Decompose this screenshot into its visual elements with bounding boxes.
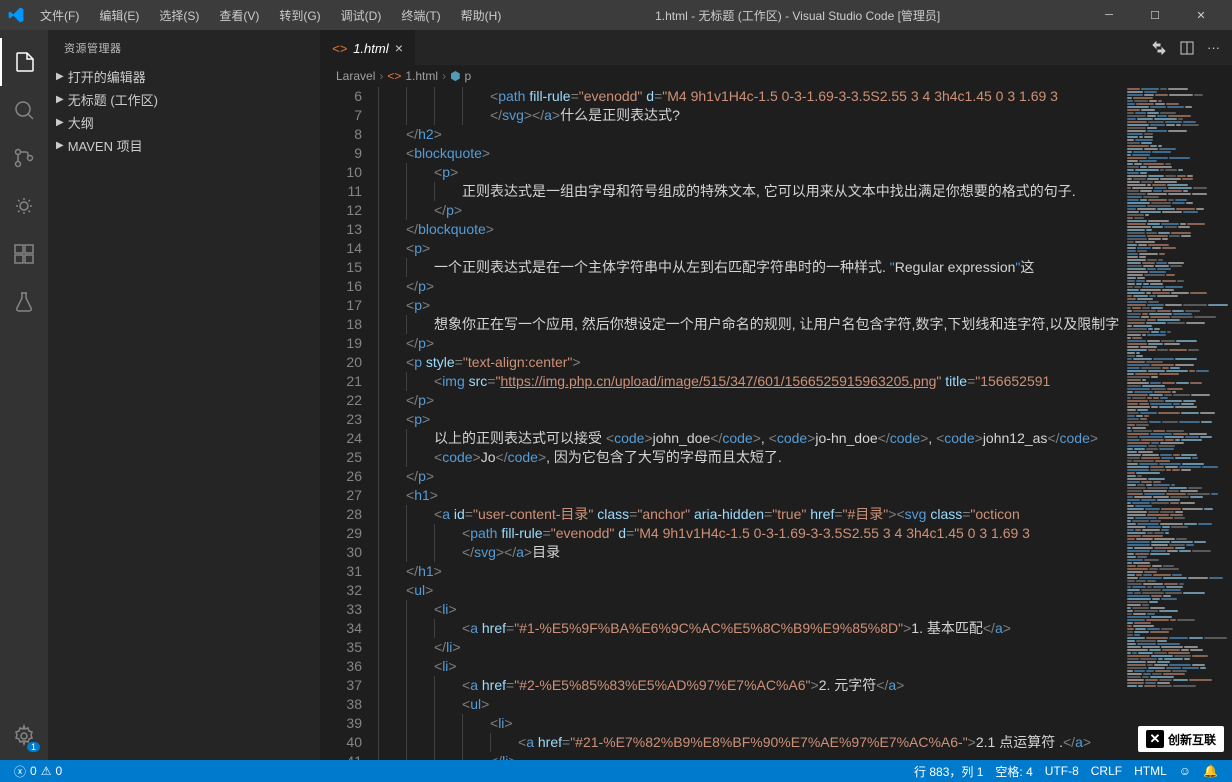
statusbar: ⓧ 0 ⚠ 0 行 883，列 1 空格: 4 UTF-8 CRLF HTML … xyxy=(0,760,1232,782)
tab-1html[interactable]: <> 1.html × xyxy=(320,30,415,65)
html-file-icon: <> xyxy=(332,41,347,56)
close-button[interactable]: ✕ xyxy=(1178,0,1224,30)
status-eol[interactable]: CRLF xyxy=(1085,764,1128,778)
window-controls: ─ ☐ ✕ xyxy=(1086,0,1224,30)
settings-icon[interactable]: 1 xyxy=(0,712,48,760)
breadcrumb[interactable]: Laravel › <> 1.html › ⬢ p xyxy=(320,65,1232,87)
tabs-bar: <> 1.html × ··· xyxy=(320,30,1232,65)
menu-goto[interactable]: 转到(G) xyxy=(271,5,328,26)
close-icon[interactable]: × xyxy=(395,40,403,56)
element-icon: ⬢ xyxy=(450,69,460,83)
menu-bar: 文件(F) 编辑(E) 选择(S) 查看(V) 转到(G) 调试(D) 终端(T… xyxy=(32,5,509,26)
test-icon[interactable] xyxy=(0,278,48,326)
chevron-right-icon: ▶ xyxy=(56,71,64,82)
sidebar-title: 资源管理器 xyxy=(48,30,320,65)
menu-view[interactable]: 查看(V) xyxy=(211,5,267,26)
status-errors[interactable]: ⓧ 0 ⚠ 0 xyxy=(8,763,68,780)
sidebar-workspace[interactable]: ▶无标题 (工作区) xyxy=(48,88,320,111)
menu-file[interactable]: 文件(F) xyxy=(32,5,87,26)
tab-label: 1.html xyxy=(353,41,388,56)
chevron-right-icon: ▶ xyxy=(56,117,64,128)
breadcrumb-item[interactable]: p xyxy=(465,69,472,83)
explorer-icon[interactable] xyxy=(0,38,48,86)
sidebar: 资源管理器 ▶打开的编辑器 ▶无标题 (工作区) ▶大纲 ▶MAVEN 项目 xyxy=(48,30,320,760)
menu-select[interactable]: 选择(S) xyxy=(151,5,207,26)
status-encoding[interactable]: UTF-8 xyxy=(1039,764,1085,778)
status-spaces[interactable]: 空格: 4 xyxy=(989,763,1038,780)
debug-icon[interactable] xyxy=(0,182,48,230)
sidebar-outline[interactable]: ▶大纲 xyxy=(48,111,320,134)
watermark-logo-icon: ✕ xyxy=(1146,730,1164,748)
editor-area: <> 1.html × ··· Laravel › <> 1.html › ⬢ … xyxy=(320,30,1232,760)
settings-badge: 1 xyxy=(27,742,40,752)
chevron-right-icon: ▶ xyxy=(56,140,64,151)
html-file-icon: <> xyxy=(387,69,401,83)
status-lang[interactable]: HTML xyxy=(1128,764,1173,778)
status-bell-icon[interactable]: 🔔 xyxy=(1197,764,1224,778)
vscode-logo-icon xyxy=(8,7,24,23)
breadcrumb-item[interactable]: 1.html xyxy=(405,69,438,83)
watermark: ✕ 创新互联 xyxy=(1138,726,1224,752)
compare-icon[interactable] xyxy=(1151,40,1167,56)
status-cursor[interactable]: 行 883，列 1 xyxy=(908,763,989,780)
minimap[interactable] xyxy=(1122,87,1232,760)
status-feedback[interactable]: ☺ xyxy=(1173,764,1197,778)
maximize-button[interactable]: ☐ xyxy=(1132,0,1178,30)
search-icon[interactable] xyxy=(0,86,48,134)
chevron-right-icon: › xyxy=(442,69,446,83)
menu-terminal[interactable]: 终端(T) xyxy=(393,5,448,26)
sidebar-maven[interactable]: ▶MAVEN 项目 xyxy=(48,134,320,157)
menu-help[interactable]: 帮助(H) xyxy=(453,5,510,26)
line-gutter: 6789101112131415161718192021222324252627… xyxy=(320,87,378,760)
extensions-icon[interactable] xyxy=(0,230,48,278)
activity-bar: 1 xyxy=(0,30,48,760)
breadcrumb-item[interactable]: Laravel xyxy=(336,69,375,83)
menu-edit[interactable]: 编辑(E) xyxy=(91,5,147,26)
more-icon[interactable]: ··· xyxy=(1207,40,1220,56)
source-control-icon[interactable] xyxy=(0,134,48,182)
sidebar-open-editors[interactable]: ▶打开的编辑器 xyxy=(48,65,320,88)
titlebar: 文件(F) 编辑(E) 选择(S) 查看(V) 转到(G) 调试(D) 终端(T… xyxy=(0,0,1232,30)
chevron-right-icon: › xyxy=(379,69,383,83)
minimize-button[interactable]: ─ xyxy=(1086,0,1132,30)
code-content[interactable]: <path fill-rule="evenodd" d="M4 9h1v1H4c… xyxy=(378,87,1122,760)
window-title: 1.html - 无标题 (工作区) - Visual Studio Code … xyxy=(509,7,1086,24)
chevron-right-icon: ▶ xyxy=(56,94,64,105)
split-editor-icon[interactable] xyxy=(1179,40,1195,56)
menu-debug[interactable]: 调试(D) xyxy=(333,5,390,26)
editor[interactable]: 6789101112131415161718192021222324252627… xyxy=(320,87,1232,760)
